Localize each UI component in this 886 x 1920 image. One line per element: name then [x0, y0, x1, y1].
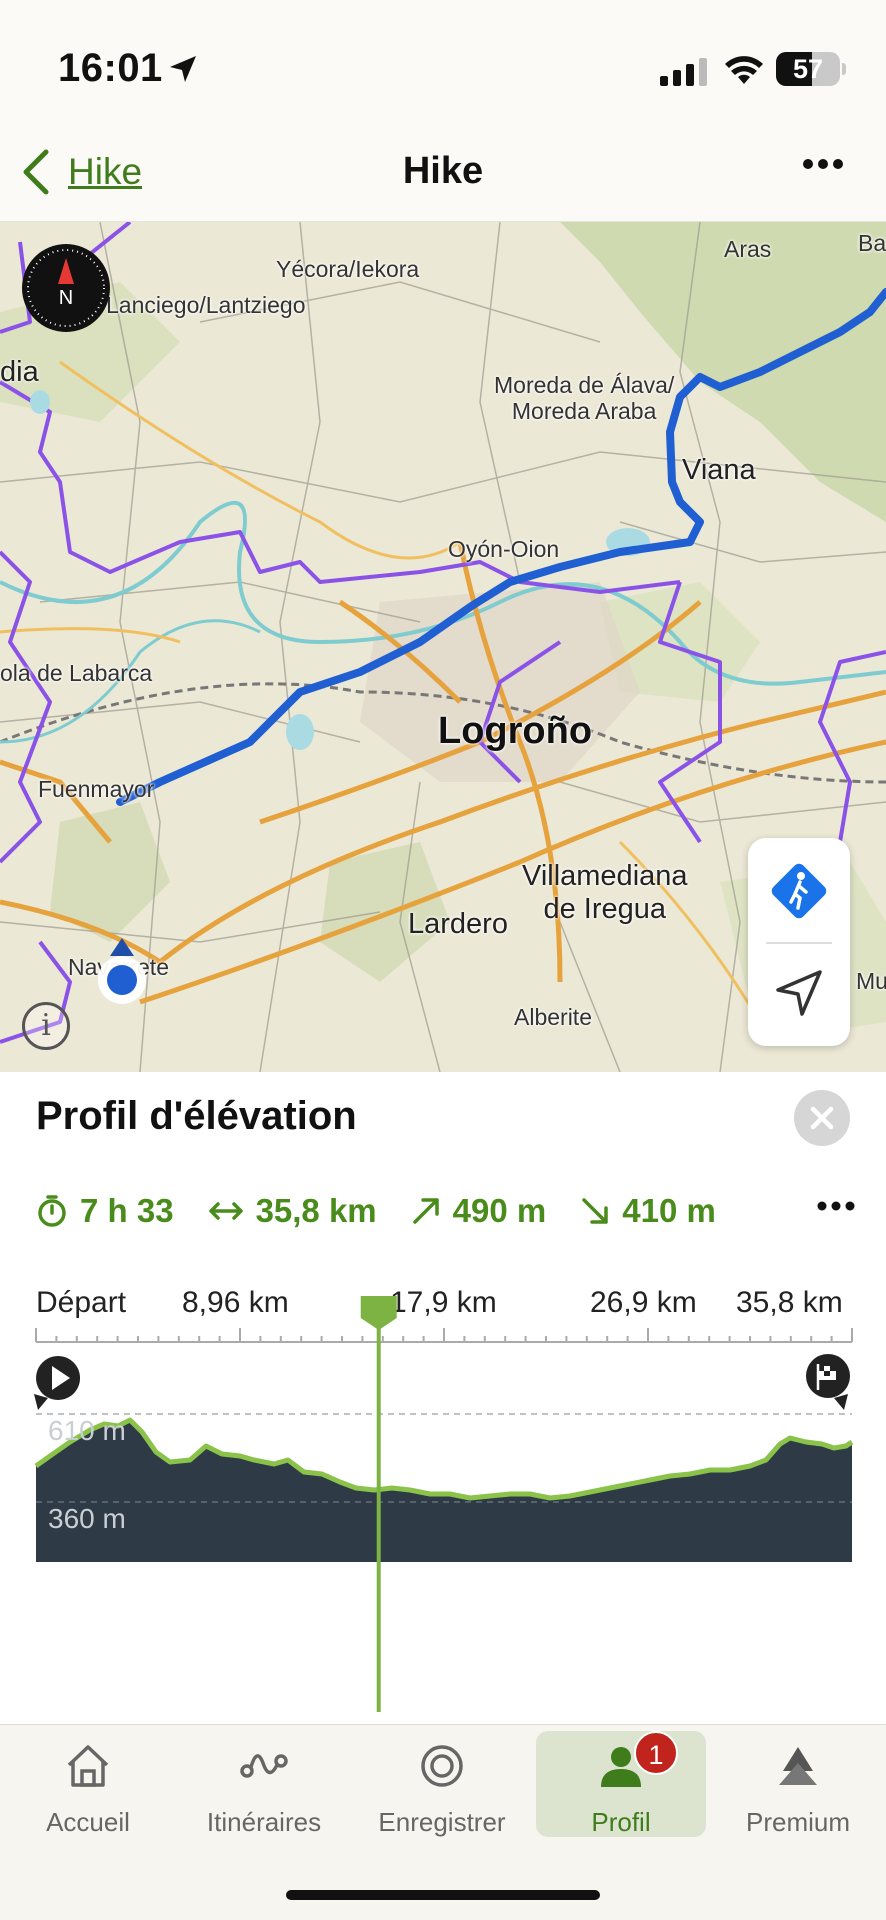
more-options-icon[interactable] [802, 158, 844, 170]
place-label-dia: dia [0, 356, 39, 388]
hiking-mode-icon[interactable] [764, 856, 834, 926]
elevation-sheet: Profil d'élévation 7 h 33 35,8 km 490 m … [0, 1072, 886, 1724]
elevation-profile-chart[interactable]: 610 m 360 m [0, 1248, 886, 1718]
stat-duration-value: 7 h 33 [80, 1192, 174, 1229]
status-bar: 16:01 57 [0, 0, 886, 130]
place-label-viana: Viana [682, 454, 756, 486]
stat-descent: 410 m [580, 1192, 716, 1230]
cellular-signal-icon [660, 58, 707, 86]
tab-itineraires[interactable]: Itinéraires [179, 1725, 349, 1845]
place-label-ba: Ba [858, 230, 886, 256]
place-label-lardero: Lardero [408, 908, 508, 940]
elevation-label-high: 610 m [48, 1415, 126, 1446]
navigation-bar: Hike Hike [0, 130, 886, 222]
location-arrow-icon [170, 56, 196, 82]
route-stats: 7 h 33 35,8 km 490 m 410 m [36, 1186, 856, 1236]
place-label-alberite: Alberite [514, 1004, 592, 1030]
place-label-lanciego: Lanciego/Lantziego [106, 292, 306, 318]
home-icon [67, 1745, 109, 1787]
tab-label: Accueil [46, 1807, 130, 1837]
more-options-icon[interactable] [816, 1200, 856, 1212]
home-indicator [286, 1890, 600, 1900]
ascent-arrow-icon [412, 1198, 439, 1224]
close-icon [810, 1106, 834, 1130]
notification-badge: 1 [634, 1731, 678, 1775]
stat-ascent: 490 m [411, 1192, 547, 1230]
tab-profil[interactable]: 1 Profil [536, 1731, 706, 1837]
place-label-yecora: Yécora/Iekora [276, 256, 420, 282]
place-label-moreda: Moreda de Álava/ Moreda Araba [494, 372, 675, 425]
tab-accueil[interactable]: Accueil [3, 1725, 173, 1845]
place-label-villamediana: Villamediana de Iregua [522, 860, 688, 926]
place-label-oyon: Oyón-Oion [448, 536, 560, 562]
premium-icon [779, 1747, 817, 1785]
stat-ascent-value: 490 m [452, 1192, 547, 1229]
record-icon [421, 1745, 463, 1787]
stat-duration: 7 h 33 [36, 1192, 174, 1230]
tab-label: Profil [591, 1807, 651, 1837]
map-info-button[interactable]: i [22, 1002, 70, 1050]
status-time: 16:01 [58, 46, 163, 90]
start-play-icon[interactable] [34, 1356, 81, 1410]
place-label-logrono: Logroño [438, 710, 593, 752]
map-controls [748, 838, 850, 1046]
locate-me-icon[interactable] [772, 966, 826, 1020]
finish-flag-icon[interactable] [806, 1354, 850, 1410]
wifi-icon [725, 56, 763, 84]
tab-label: Itinéraires [206, 1807, 322, 1837]
map-view[interactable]: Aras Ba Yécora/Iekora Lanciego/Lantziego… [0, 222, 886, 1072]
place-label-aras: Aras [724, 236, 772, 262]
close-button[interactable] [794, 1090, 850, 1146]
battery-icon: 57 [776, 52, 846, 86]
page-title: Hike [402, 150, 484, 192]
stat-distance-value: 35,8 km [255, 1192, 377, 1229]
elevation-label-low: 360 m [48, 1503, 126, 1534]
elevation-title: Profil d'élévation [36, 1094, 357, 1138]
place-label-labarca: ola de Labarca [0, 660, 153, 686]
battery-level: 57 [792, 54, 824, 84]
compass-letter: N [59, 287, 73, 309]
distance-arrows-icon [208, 1202, 243, 1220]
start-position-marker [98, 938, 146, 1004]
place-label-fuenmayor: Fuenmayor [38, 776, 155, 802]
stat-distance: 35,8 km [208, 1192, 377, 1230]
tab-enregistrer[interactable]: Enregistrer [357, 1725, 527, 1845]
route-icon [240, 1754, 288, 1778]
descent-arrow-icon [582, 1198, 608, 1224]
place-label-mu: Mu [856, 968, 886, 994]
compass-icon: N [27, 249, 105, 327]
tab-label: Enregistrer [378, 1807, 506, 1837]
tab-premium[interactable]: Premium [713, 1725, 883, 1845]
elevation-area [36, 1420, 852, 1562]
tab-label: Premium [745, 1807, 850, 1837]
timer-icon [38, 1195, 66, 1227]
compass-button[interactable]: N [22, 244, 110, 332]
stat-descent-value: 410 m [622, 1192, 716, 1229]
